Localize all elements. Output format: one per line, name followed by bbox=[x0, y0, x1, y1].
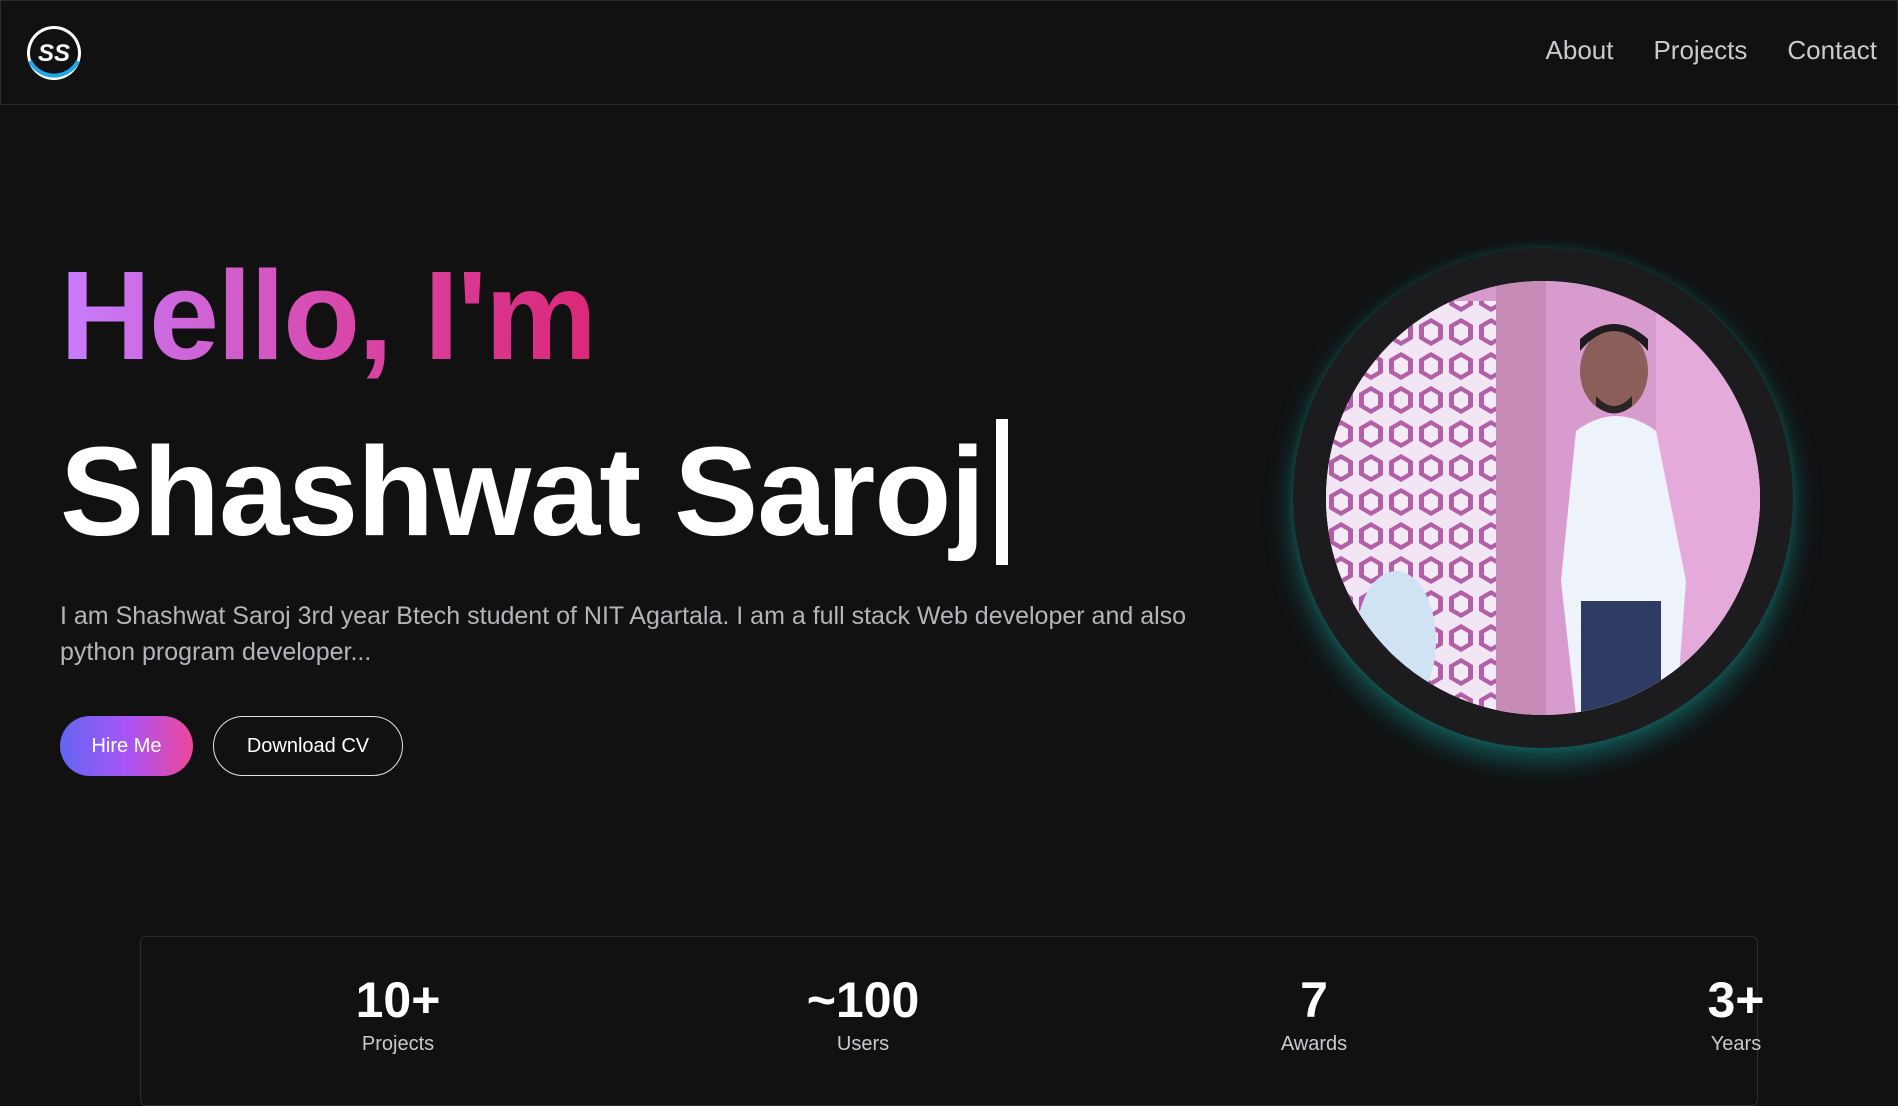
stat-years: 3+ Years bbox=[1626, 975, 1846, 1056]
download-cv-button[interactable]: Download CV bbox=[213, 716, 403, 776]
stat-value: 10+ bbox=[355, 972, 441, 1028]
navbar: SS About Projects Contact bbox=[0, 0, 1898, 105]
stat-value: 7 bbox=[1300, 972, 1328, 1028]
stat-awards: 7 Awards bbox=[1204, 975, 1424, 1056]
stat-label: Users bbox=[836, 1033, 890, 1055]
profile-photo bbox=[1326, 281, 1760, 715]
logo-icon[interactable]: SS bbox=[24, 23, 84, 83]
logo-text: SS bbox=[38, 40, 70, 67]
profile-photo-ring bbox=[1293, 248, 1793, 748]
stats-panel: 10+ Projects ~100 Users 7 Awards 3+ Year… bbox=[140, 936, 1765, 1106]
stat-label: Projects bbox=[361, 1033, 435, 1055]
hire-me-button[interactable]: Hire Me bbox=[60, 716, 193, 776]
nav-link-projects[interactable]: Projects bbox=[1653, 35, 1747, 66]
typing-caret bbox=[996, 418, 1009, 565]
stat-value: ~100 bbox=[806, 972, 920, 1028]
hero-bio: I am Shashwat Saroj 3rd year Btech stude… bbox=[60, 602, 1187, 666]
nav-link-about[interactable]: About bbox=[1546, 35, 1614, 66]
stat-label: Awards bbox=[1280, 1033, 1348, 1055]
stat-value: 3+ bbox=[1707, 972, 1765, 1028]
nav-links: About Projects Contact bbox=[1546, 35, 1877, 66]
stat-label: Years bbox=[1710, 1033, 1762, 1055]
profile-photo-illustration bbox=[1326, 281, 1760, 715]
hero-name-wrapper: Shashwat Saroj bbox=[60, 416, 1009, 567]
stat-users: ~100 Users bbox=[753, 975, 973, 1056]
hero-greeting: Hello, I'm bbox=[60, 240, 597, 391]
hero-name: Shashwat Saroj bbox=[60, 421, 985, 562]
stat-projects: 10+ Projects bbox=[288, 975, 508, 1056]
nav-link-contact[interactable]: Contact bbox=[1787, 35, 1877, 66]
